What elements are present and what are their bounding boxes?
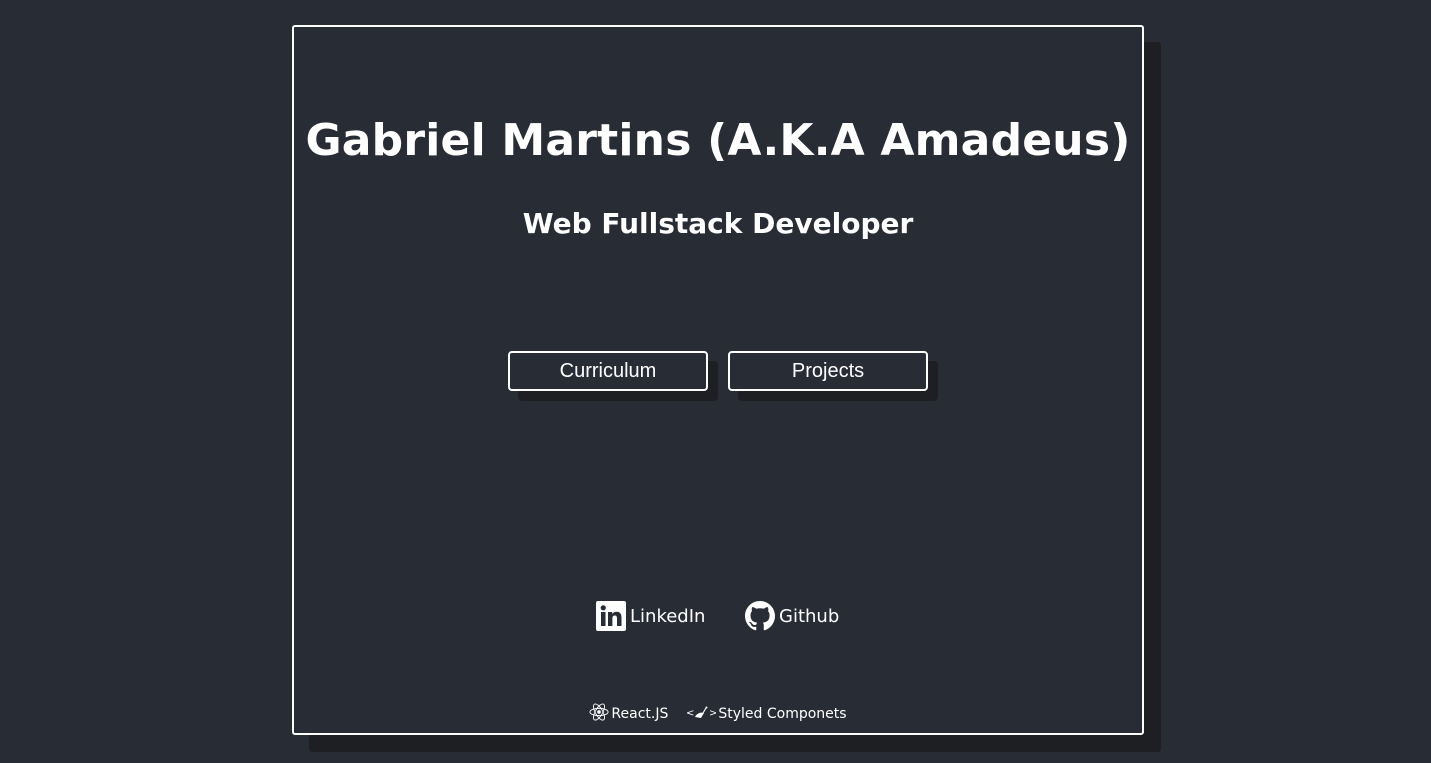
footer-item-react: React.JS [589, 702, 668, 726]
curriculum-button[interactable]: Curriculum [508, 351, 708, 391]
styled-components-icon: < > [686, 702, 718, 726]
footer-item-styled-components: < > Styled Componets [686, 702, 846, 726]
linkedin-icon [596, 601, 626, 631]
curriculum-button-wrap: Curriculum [508, 351, 718, 401]
github-label: Github [779, 605, 840, 627]
linkedin-label: LinkedIn [630, 605, 706, 627]
footer-label-react: React.JS [611, 706, 669, 722]
profile-card: Gabriel Martins (A.K.A Amadeus) Web Full… [292, 25, 1144, 735]
projects-button-wrap: Projects [728, 351, 938, 401]
github-icon [745, 601, 775, 631]
projects-button[interactable]: Projects [728, 351, 928, 391]
linkedin-link[interactable]: LinkedIn [596, 601, 705, 631]
react-icon [589, 702, 609, 726]
footer-label-styled-components: Styled Componets [718, 706, 847, 722]
page-subtitle: Web Fullstack Developer [522, 207, 914, 240]
svg-text:>: > [709, 708, 716, 719]
github-link[interactable]: Github [745, 601, 839, 631]
footer: React.JS < > Styled Componets [294, 702, 1142, 726]
svg-text:<: < [686, 708, 694, 719]
page-title: Gabriel Martins (A.K.A Amadeus) [305, 115, 1131, 166]
